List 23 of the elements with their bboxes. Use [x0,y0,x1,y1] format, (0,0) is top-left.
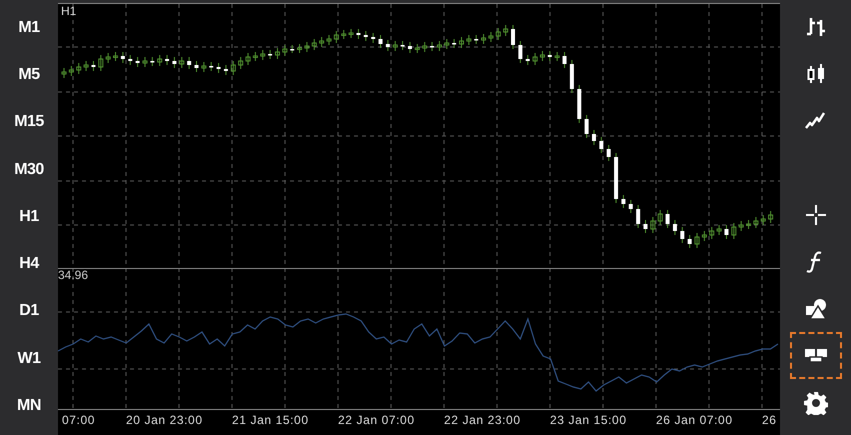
settings-icon [804,390,828,414]
timeframe-item[interactable]: M1 [18,4,40,52]
timeframe-item[interactable]: M15 [14,98,44,146]
timeframe-item[interactable]: H1 [19,193,39,240]
timeframe-item[interactable]: H4 [19,240,39,288]
windows-tool[interactable] [790,332,842,379]
timeframe-item[interactable]: M30 [14,146,44,194]
indicator-value: 34.96 [58,268,88,282]
time-label: 22 Jan 23:00 [444,413,521,427]
time-label: 26 Jan 07:00 [656,413,733,427]
time-label: 23 Jan 15:00 [550,413,627,427]
timeframe-item[interactable]: M5 [18,51,40,99]
timeframe-item[interactable]: MN [17,382,41,430]
shapes-icon [804,296,828,320]
period-label: H1 [61,4,76,18]
timeframe-item[interactable]: W1 [18,335,40,382]
time-label: 07:00 [62,413,96,427]
time-label: 26 [762,413,777,427]
time-label: 22 Jan 07:00 [338,413,415,427]
time-label: 21 Jan 15:00 [232,413,309,427]
timeframe-item[interactable]: D1 [19,288,39,336]
time-label: 20 Jan 23:00 [126,413,203,427]
crosshair-icon [804,202,828,226]
